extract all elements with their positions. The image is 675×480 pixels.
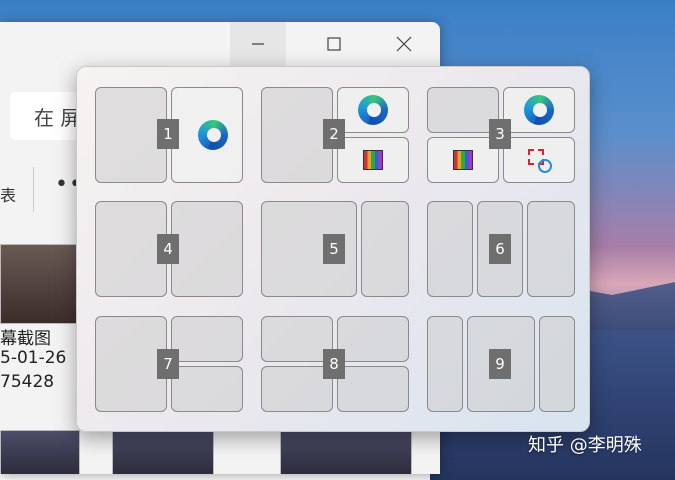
- layout-number: 5: [323, 234, 345, 264]
- file-name-line2: 5-01-26: [0, 348, 67, 368]
- paint-icon: [453, 150, 473, 170]
- close-icon: [396, 36, 412, 52]
- watermark: 知乎 @李明殊: [528, 435, 642, 456]
- layout-number: 2: [323, 119, 345, 149]
- snap-zone[interactable]: [427, 316, 463, 412]
- snap-zone[interactable]: [361, 201, 409, 297]
- snap-layout-1[interactable]: 1: [95, 87, 243, 183]
- title-bar: [0, 22, 440, 66]
- snap-zone[interactable]: [171, 316, 243, 362]
- snap-zone[interactable]: [527, 201, 575, 297]
- minimize-button[interactable]: [230, 22, 286, 66]
- toolbar-divider: [33, 167, 34, 212]
- file-name-line1: 幕截图: [0, 329, 51, 349]
- snap-zone[interactable]: [503, 137, 575, 183]
- layout-number: 1: [157, 119, 179, 149]
- snap-layout-4[interactable]: 4: [95, 201, 243, 297]
- file-thumbnail[interactable]: [280, 430, 412, 474]
- layout-number: 4: [157, 234, 179, 264]
- snap-zone[interactable]: [539, 316, 575, 412]
- snap-layout-8[interactable]: 8: [261, 316, 409, 412]
- layout-number: 3: [489, 119, 511, 149]
- file-thumbnail[interactable]: [0, 244, 80, 324]
- layout-number: 6: [489, 234, 511, 264]
- snap-zone[interactable]: [337, 87, 409, 133]
- minimize-icon: [252, 43, 264, 45]
- snap-layouts-flyout: 1 2 3 4 5 6 7 8 9: [76, 66, 590, 432]
- snipping-tool-icon: [528, 149, 552, 173]
- snap-zone[interactable]: [171, 87, 243, 183]
- snap-layout-5[interactable]: 5: [261, 201, 409, 297]
- layout-number: 9: [489, 349, 511, 379]
- edge-icon: [358, 95, 388, 125]
- layout-number: 8: [323, 349, 345, 379]
- snap-zone[interactable]: [427, 201, 473, 297]
- snap-layout-2[interactable]: 2: [261, 87, 409, 183]
- snap-layout-9[interactable]: 9: [427, 316, 575, 412]
- snap-zone[interactable]: [337, 366, 409, 412]
- layout-number: 7: [157, 349, 179, 379]
- snap-zone[interactable]: [171, 366, 243, 412]
- snap-zone[interactable]: [337, 316, 409, 362]
- snap-zone[interactable]: [503, 87, 575, 133]
- snap-zone[interactable]: [171, 201, 243, 297]
- toolbar-item[interactable]: 表: [0, 182, 16, 206]
- file-thumbnail[interactable]: [0, 430, 80, 474]
- snap-layout-6[interactable]: 6: [427, 201, 575, 297]
- maximize-button[interactable]: [306, 22, 362, 66]
- edge-icon: [524, 95, 554, 125]
- snap-layout-3[interactable]: 3: [427, 87, 575, 183]
- file-thumbnail[interactable]: [112, 430, 214, 474]
- edge-icon: [198, 120, 228, 150]
- paint-icon: [363, 150, 383, 170]
- snap-zone[interactable]: [337, 137, 409, 183]
- file-name-line3: 75428: [0, 372, 55, 392]
- close-button[interactable]: [376, 22, 432, 66]
- snap-layout-7[interactable]: 7: [95, 316, 243, 412]
- maximize-icon: [327, 37, 341, 51]
